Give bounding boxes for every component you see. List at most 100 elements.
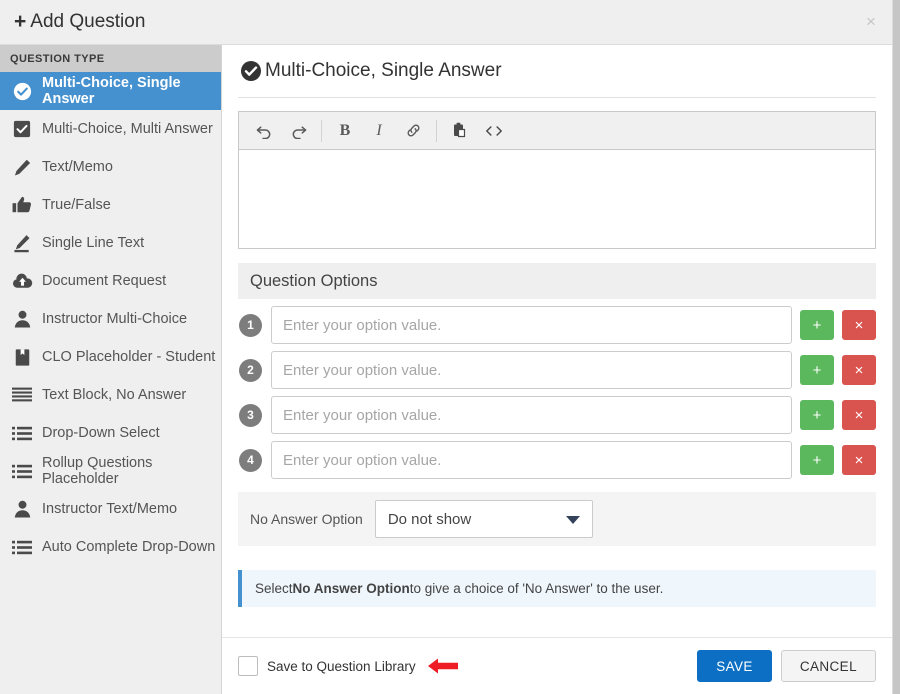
check-square-icon xyxy=(10,118,34,140)
sidebar-item-rollup-questions-placeholder[interactable]: Rollup Questions Placeholder xyxy=(0,452,221,490)
save-button[interactable]: SAVE xyxy=(697,650,772,682)
save-to-library-label[interactable]: Save to Question Library xyxy=(267,659,416,674)
delete-option-button[interactable]: × xyxy=(842,310,876,340)
toolbar-divider-2 xyxy=(436,119,437,142)
modal-header: + Add Question × xyxy=(0,0,892,45)
sidebar-item-label: Auto Complete Drop-Down xyxy=(42,539,216,555)
sidebar-item-label: Text Block, No Answer xyxy=(42,387,187,403)
sidebar-item-text-memo[interactable]: Text/Memo xyxy=(0,148,221,186)
sidebar-item-instructor-text-memo[interactable]: Instructor Text/Memo xyxy=(0,490,221,528)
question-option-row: 2 + × xyxy=(238,344,876,389)
close-icon[interactable]: × xyxy=(860,11,882,33)
sidebar-item-single-line-text[interactable]: Single Line Text xyxy=(0,224,221,262)
option-number-badge: 4 xyxy=(239,448,262,472)
editor-toolbar: B I xyxy=(239,112,875,150)
add-question-modal: + Add Question × QUESTION TYPE Multi-Cho… xyxy=(0,0,900,694)
sidebar-item-instructor-multi-choice[interactable]: Instructor Multi-Choice xyxy=(0,300,221,338)
panel-title-text: Multi-Choice, Single Answer xyxy=(265,60,502,81)
question-detail-panel: Multi-Choice, Single Answer B I Question… xyxy=(222,45,892,694)
option-value-input[interactable] xyxy=(271,351,792,389)
question-type-sidebar: QUESTION TYPE Multi-Choice, Single Answe… xyxy=(0,45,222,694)
info-suffix: to give a choice of 'No Answer' to the u… xyxy=(409,581,664,596)
add-option-button[interactable]: + xyxy=(800,310,834,340)
no-answer-select[interactable]: Do not show xyxy=(374,500,593,538)
modal-footer: Save to Question Library SAVE CANCEL xyxy=(222,637,892,694)
page-title: + Add Question xyxy=(14,11,145,33)
sidebar-item-multi-choice-single-answer[interactable]: Multi-Choice, Single Answer xyxy=(0,72,221,110)
option-number-badge: 2 xyxy=(239,358,262,382)
redo-icon[interactable] xyxy=(281,116,315,146)
cloud-upload-icon xyxy=(10,270,34,292)
list-icon xyxy=(10,422,34,444)
option-number-badge: 1 xyxy=(239,313,262,337)
add-option-button[interactable]: + xyxy=(800,355,834,385)
sidebar-item-multi-choice-multi-answer[interactable]: Multi-Choice, Multi Answer xyxy=(0,110,221,148)
sidebar-item-label: Instructor Text/Memo xyxy=(42,501,178,517)
italic-icon[interactable]: I xyxy=(362,116,396,146)
info-prefix: Select xyxy=(255,581,293,596)
bookmark-icon xyxy=(10,346,34,368)
bold-icon[interactable]: B xyxy=(328,116,362,146)
page-scrollbar[interactable] xyxy=(892,0,900,694)
align-justify-icon xyxy=(10,384,34,406)
link-icon[interactable] xyxy=(396,116,430,146)
sidebar-item-label: Single Line Text xyxy=(42,235,145,251)
page-scrollbar-thumb[interactable] xyxy=(893,0,900,694)
question-option-row: 3 + × xyxy=(238,389,876,434)
plus-icon: + xyxy=(14,10,27,33)
undo-icon[interactable] xyxy=(247,116,281,146)
option-value-input[interactable] xyxy=(271,396,792,434)
check-circle-icon xyxy=(10,80,34,102)
sidebar-item-label: Multi-Choice, Multi Answer xyxy=(42,121,213,137)
modal-body: QUESTION TYPE Multi-Choice, Single Answe… xyxy=(0,45,892,694)
delete-option-button[interactable]: × xyxy=(842,400,876,430)
sidebar-item-document-request[interactable]: Document Request xyxy=(0,262,221,300)
no-answer-option-row: No Answer Option Do not show xyxy=(238,492,876,546)
sidebar-item-label: Drop-Down Select xyxy=(42,425,160,441)
add-option-button[interactable]: + xyxy=(800,400,834,430)
info-bold: No Answer Option xyxy=(292,581,410,596)
option-number-badge: 3 xyxy=(239,403,262,427)
save-to-library-checkbox[interactable] xyxy=(238,656,258,676)
rich-text-editor: B I xyxy=(238,111,876,249)
person-icon xyxy=(10,308,34,330)
question-options-heading: Question Options xyxy=(238,263,876,299)
no-answer-select-wrapper: Do not show xyxy=(374,500,593,538)
delete-option-button[interactable]: × xyxy=(842,445,876,475)
sidebar-item-text-block-no-answer[interactable]: Text Block, No Answer xyxy=(0,376,221,414)
sidebar-item-label: CLO Placeholder - Student xyxy=(42,349,216,365)
option-value-input[interactable] xyxy=(271,441,792,479)
thumbs-up-icon xyxy=(10,194,34,216)
check-circle-icon xyxy=(240,60,262,82)
cancel-button[interactable]: CANCEL xyxy=(780,650,876,682)
delete-option-button[interactable]: × xyxy=(842,355,876,385)
sidebar-item-label: Instructor Multi-Choice xyxy=(42,311,188,327)
pencil-icon xyxy=(10,156,34,178)
info-message: Select No Answer Option to give a choice… xyxy=(238,570,876,607)
pencil-underline-icon xyxy=(10,232,34,254)
option-value-input[interactable] xyxy=(271,306,792,344)
question-option-row: 1 + × xyxy=(238,299,876,344)
sidebar-item-drop-down-select[interactable]: Drop-Down Select xyxy=(0,414,221,452)
sidebar-item-label: True/False xyxy=(42,197,111,213)
sidebar-header: QUESTION TYPE xyxy=(0,45,221,72)
sidebar-item-label: Document Request xyxy=(42,273,167,289)
person-icon xyxy=(10,498,34,520)
sidebar-item-label: Rollup Questions Placeholder xyxy=(42,455,153,487)
question-options-list: 1 + × 2 + × 3 + × 4 + × xyxy=(238,299,876,479)
sidebar-item-true-false[interactable]: True/False xyxy=(0,186,221,224)
toolbar-divider-1 xyxy=(321,119,322,142)
no-answer-option-label: No Answer Option xyxy=(250,511,363,527)
paste-icon[interactable] xyxy=(443,116,477,146)
question-type-list: Multi-Choice, Single Answer Multi-Choice,… xyxy=(0,72,221,566)
list-icon xyxy=(10,536,34,558)
question-option-row: 4 + × xyxy=(238,434,876,479)
sidebar-item-auto-complete-drop-down[interactable]: Auto Complete Drop-Down xyxy=(0,528,221,566)
list-icon xyxy=(10,460,34,482)
sidebar-item-label: Multi-Choice, Single Answer xyxy=(42,75,181,107)
sidebar-item-clo-placeholder-student[interactable]: CLO Placeholder - Student xyxy=(0,338,221,376)
code-icon[interactable] xyxy=(477,116,511,146)
add-option-button[interactable]: + xyxy=(800,445,834,475)
sidebar-item-label: Text/Memo xyxy=(42,159,113,175)
editor-content-area[interactable] xyxy=(239,150,875,248)
